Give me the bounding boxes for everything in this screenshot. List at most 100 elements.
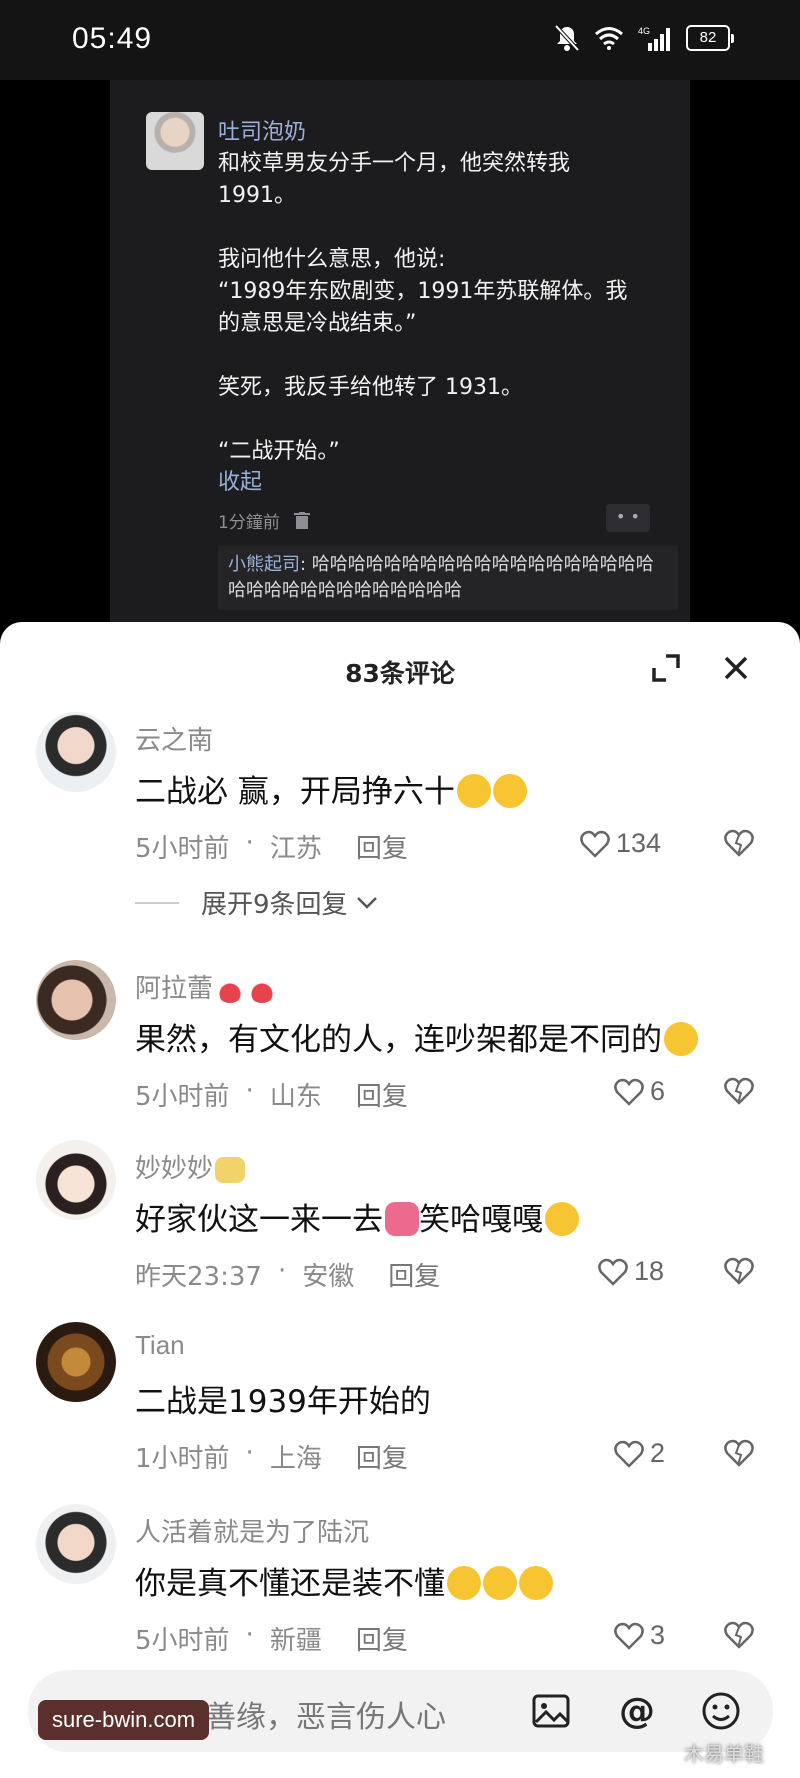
reply-preview: 小熊起司: 哈哈哈哈哈哈哈哈哈哈哈哈哈哈哈哈哈哈哈哈哈哈哈哈哈哈哈哈哈哈哈哈 bbox=[218, 546, 678, 610]
like-count: 3 bbox=[650, 1620, 666, 1650]
crying-emoji-icon bbox=[519, 1566, 553, 1600]
collapse-link[interactable]: 收起 bbox=[218, 464, 262, 496]
laugh-cry-emoji-icon bbox=[664, 1022, 698, 1056]
heart-icon bbox=[614, 1440, 644, 1468]
comment-text-content: 果然，有文化的人，连吵架都是不同的 bbox=[135, 1022, 662, 1058]
comment-text: 二战必 赢，开局挣六十 bbox=[135, 766, 527, 811]
reply-button[interactable]: 回复 bbox=[388, 1256, 440, 1293]
post-username: 吐司泡奶 bbox=[218, 120, 307, 145]
like-count: 134 bbox=[616, 828, 662, 858]
mention-icon[interactable]: @ bbox=[616, 1690, 658, 1732]
reply-button[interactable]: 回复 bbox=[356, 1076, 408, 1113]
post-text: 和校草男友分手一个月，他突然转我 1991。 我问他什么意思，他说: “1989… bbox=[218, 151, 628, 464]
reply-username: 小熊起司 bbox=[228, 554, 300, 575]
avatar[interactable] bbox=[36, 1140, 116, 1220]
comment-text: 二战是1939年开始的 bbox=[135, 1384, 431, 1420]
comment-location: 江苏 bbox=[269, 834, 322, 864]
crying-emoji-icon bbox=[447, 1566, 481, 1600]
like-count: 6 bbox=[650, 1076, 666, 1106]
status-bar: 05:49 4G 82 bbox=[0, 0, 800, 80]
comment-location: 安徽 bbox=[302, 1262, 355, 1292]
comment-time: 1小时前 bbox=[135, 1444, 230, 1474]
comment-time: 5小时前 bbox=[135, 834, 230, 864]
avatar[interactable] bbox=[36, 1322, 116, 1402]
dislike-icon[interactable] bbox=[724, 1076, 754, 1106]
battery-icon: 82 bbox=[686, 25, 734, 51]
comment-time: 5小时前 bbox=[135, 1626, 230, 1656]
heart-icon bbox=[580, 830, 610, 858]
bell-off-icon bbox=[554, 24, 580, 52]
heart-icon bbox=[598, 1258, 628, 1286]
comment-username[interactable]: 阿拉蕾 bbox=[135, 968, 278, 1005]
reply-button[interactable]: 回复 bbox=[356, 1620, 408, 1657]
trash-icon[interactable] bbox=[293, 511, 310, 530]
comment-meta: 5小时前 · 新疆 回复 bbox=[135, 1620, 408, 1657]
comment-location: 山东 bbox=[269, 1082, 322, 1112]
more-options-button[interactable]: • • bbox=[606, 504, 650, 532]
like-count: 18 bbox=[634, 1256, 665, 1286]
like-count: 2 bbox=[650, 1438, 666, 1468]
wifi-icon bbox=[595, 27, 623, 50]
comment-location: 新疆 bbox=[269, 1626, 322, 1656]
comment-text-content: 二战必 赢，开局挣六十 bbox=[135, 774, 455, 810]
comment-username[interactable]: Tian bbox=[135, 1330, 185, 1361]
status-icons: 4G 82 bbox=[554, 24, 734, 52]
cherry-emoji-icon bbox=[215, 973, 246, 1003]
heart-icon bbox=[614, 1622, 644, 1650]
avatar[interactable] bbox=[36, 1504, 116, 1584]
dislike-icon[interactable] bbox=[724, 1620, 754, 1650]
heart-icon bbox=[614, 1078, 644, 1106]
comment-sheet: 83条评论 云之南 二战必 赢，开局挣六十 5小时前 · 江苏 回复 134 展开… bbox=[0, 622, 800, 1778]
avatar[interactable] bbox=[36, 712, 116, 792]
avatar[interactable] bbox=[36, 960, 116, 1040]
comment-username[interactable]: 云之南 bbox=[135, 720, 213, 757]
expand-icon[interactable] bbox=[648, 650, 684, 686]
signal-icon: 4G bbox=[638, 26, 670, 51]
comment-time: 5小时前 bbox=[135, 1082, 230, 1112]
like-button[interactable]: 2 bbox=[614, 1438, 665, 1469]
laugh-cry-emoji-icon bbox=[545, 1202, 579, 1236]
cat-emoji-icon bbox=[215, 1157, 246, 1183]
like-button[interactable]: 6 bbox=[614, 1076, 665, 1107]
watermark-secondary: 木易单鞋 bbox=[684, 1742, 764, 1766]
expand-replies-label: 展开9条回复 bbox=[201, 890, 348, 920]
post-card: 吐司泡奶 和校草男友分手一个月，他突然转我 1991。 我问他什么意思，他说: … bbox=[110, 80, 690, 640]
comment-time: 昨天23:37 bbox=[135, 1262, 262, 1292]
comment-text: 果然，有文化的人，连吵架都是不同的 bbox=[135, 1014, 698, 1059]
comment-text-content: 你是真不懂还是装不懂 bbox=[135, 1566, 445, 1602]
like-button[interactable]: 3 bbox=[614, 1620, 665, 1651]
comment-meta: 昨天23:37 · 安徽 回复 bbox=[135, 1256, 441, 1293]
purse-emoji-icon bbox=[385, 1202, 419, 1236]
comment-username[interactable]: 妙妙妙 bbox=[135, 1148, 246, 1185]
comment-meta: 5小时前 · 江苏 回复 bbox=[135, 828, 408, 865]
crying-emoji-icon bbox=[483, 1566, 517, 1600]
comment-location: 上海 bbox=[269, 1444, 322, 1474]
svg-text:4G: 4G bbox=[638, 26, 650, 36]
dislike-icon[interactable] bbox=[724, 1256, 754, 1286]
post-avatar bbox=[146, 112, 204, 170]
image-icon[interactable] bbox=[530, 1690, 572, 1732]
status-time: 05:49 bbox=[72, 22, 153, 55]
post-meta: 1分鐘前 bbox=[218, 508, 310, 533]
watermark: sure-bwin.com bbox=[38, 1700, 210, 1740]
comment-username[interactable]: 人活着就是为了陆沉 bbox=[135, 1512, 369, 1549]
like-button[interactable]: 134 bbox=[580, 828, 661, 859]
like-button[interactable]: 18 bbox=[598, 1256, 664, 1287]
svg-text:@: @ bbox=[619, 1691, 655, 1732]
comment-meta: 1小时前 · 上海 回复 bbox=[135, 1438, 408, 1475]
clap-emoji-icon bbox=[456, 774, 491, 808]
comment-text: 好家伙这一来一去 笑哈嘎嘎 bbox=[135, 1194, 579, 1239]
close-icon[interactable] bbox=[718, 650, 754, 686]
post-time: 1分鐘前 bbox=[218, 513, 280, 533]
clap-emoji-icon bbox=[492, 774, 527, 808]
dislike-icon[interactable] bbox=[724, 1438, 754, 1468]
reply-button[interactable]: 回复 bbox=[356, 828, 408, 865]
dislike-icon[interactable] bbox=[724, 828, 754, 858]
comment-text-content: 笑哈嘎嘎 bbox=[419, 1202, 543, 1238]
expand-replies-button[interactable]: 展开9条回复 bbox=[135, 884, 378, 921]
comment-meta: 5小时前 · 山东 回复 bbox=[135, 1076, 408, 1113]
cherry-emoji-icon bbox=[247, 973, 278, 1003]
comment-text: 你是真不懂还是装不懂 bbox=[135, 1558, 553, 1603]
reply-button[interactable]: 回复 bbox=[356, 1438, 408, 1475]
emoji-icon[interactable] bbox=[700, 1690, 742, 1732]
